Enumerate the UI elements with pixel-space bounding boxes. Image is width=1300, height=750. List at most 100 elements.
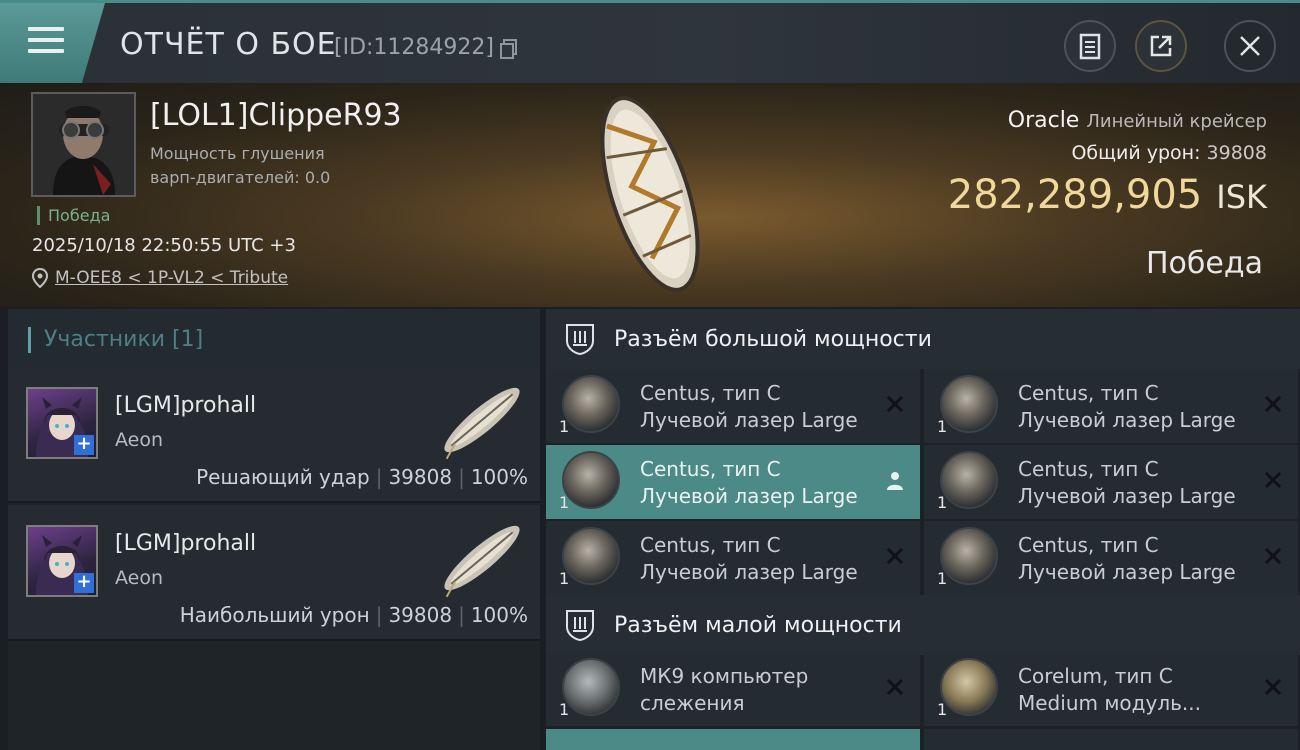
participants-panel: Участники [1] + [LGM]prohall Aeon Решающ… — [8, 309, 540, 750]
participant-name[interactable]: [LGM]prohall — [115, 531, 256, 556]
participant-card[interactable]: + [LGM]prohall Aeon Наибольший урон | 3980… — [8, 505, 540, 641]
victim-name[interactable]: [LOL1]ClippeR93 — [150, 98, 402, 133]
module-quantity: 1 — [937, 493, 948, 512]
corelum-module-icon — [940, 658, 998, 716]
module-name: Centus, тип C — [640, 533, 781, 557]
module-name: Centus, тип C — [1018, 533, 1159, 557]
mid-slot-icon — [566, 610, 594, 641]
isk-unit: ISK — [1216, 178, 1267, 216]
module-name: Centus, тип C — [640, 381, 781, 405]
module-quantity: 1 — [937, 700, 948, 719]
participant-percent: 100% — [470, 603, 528, 627]
destroyed-x-icon — [1264, 547, 1282, 565]
module-type: Лучевой лазер Large — [640, 408, 858, 432]
destroyed-x-icon — [886, 678, 904, 696]
laser-module-icon — [940, 527, 998, 585]
module-slot-partial[interactable] — [924, 729, 1298, 750]
location-link[interactable]: M-OEE8 < 1P-VL2 < Tribute — [55, 268, 288, 288]
victim-ship-line: Oracle Линейный крейсер — [1008, 108, 1267, 133]
participant-avatar[interactable]: + — [26, 387, 98, 459]
menu-button[interactable] — [0, 3, 105, 83]
module-name: Corelum, тип C — [1018, 664, 1173, 688]
module-slot[interactable]: 1 Centus, тип C Лучевой лазер Large — [546, 521, 920, 595]
high-slot-header: Разъём большой мощности — [546, 309, 1300, 369]
participant-name[interactable]: [LGM]prohall — [115, 393, 256, 418]
laser-module-icon — [562, 451, 620, 509]
laser-module-icon — [562, 375, 620, 433]
module-slot[interactable]: 1 Centus, тип C Лучевой лазер Large — [924, 369, 1298, 443]
plus-icon: + — [74, 435, 94, 455]
participant-damage: 39808 — [388, 603, 453, 627]
module-quantity: 1 — [559, 493, 570, 512]
module-type: Лучевой лазер Large — [1018, 560, 1236, 584]
battle-id: [ID:11284922] — [334, 35, 494, 60]
participant-role: Наибольший урон — [179, 603, 370, 627]
top-bar: ОТЧЁТ О БОЕ [ID:11284922] — [0, 0, 1300, 83]
module-type: Лучевой лазер Large — [640, 484, 858, 508]
close-icon — [1240, 36, 1260, 56]
destroyed-x-icon — [886, 547, 904, 565]
warp-jam-label: Мощность глушения — [150, 144, 325, 163]
participant-stats: Наибольший урон | 39808 | 100% — [179, 603, 528, 627]
victim-ship-image[interactable] — [590, 86, 710, 301]
location-pin-icon — [32, 268, 48, 288]
menu-icon — [28, 27, 64, 60]
module-type: Лучевой лазер Large — [1018, 484, 1236, 508]
participant-avatar[interactable]: + — [26, 525, 98, 597]
laser-module-icon — [940, 451, 998, 509]
plus-icon: + — [74, 573, 94, 593]
laser-module-icon — [562, 527, 620, 585]
fitting-panel: Разъём большой мощности 1 Centus, тип C … — [546, 309, 1300, 750]
module-slot[interactable]: 1 Centus, тип C Лучевой лазер Large — [924, 521, 1298, 595]
module-slot[interactable]: 1 Centus, тип C Лучевой лазер Large — [546, 369, 920, 443]
module-quantity: 1 — [937, 417, 948, 436]
participant-ship-image — [444, 387, 520, 460]
ship-name[interactable]: Oracle — [1008, 108, 1080, 133]
warp-jam-value: варп-двигателей: 0.0 — [150, 168, 331, 187]
participant-ship-image — [444, 525, 520, 598]
destroyed-x-icon — [1264, 395, 1282, 413]
module-quantity: 1 — [559, 569, 570, 588]
mid-slot-header: Разъём малой мощности — [546, 595, 1300, 655]
laser-module-icon — [940, 375, 998, 433]
total-damage-value: 39808 — [1206, 142, 1267, 164]
module-slot[interactable]: 1 Centus, тип C Лучевой лазер Large — [924, 445, 1298, 519]
ship-class: Линейный крейсер — [1086, 111, 1267, 132]
tracking-computer-icon — [562, 658, 620, 716]
share-button[interactable] — [1135, 20, 1187, 72]
clipboard-icon — [1079, 33, 1101, 60]
participant-percent: 100% — [470, 465, 528, 489]
dropped-person-icon — [887, 472, 903, 490]
participant-stats: Решающий удар | 39808 | 100% — [196, 465, 528, 489]
participant-ship: Aeon — [115, 567, 164, 589]
module-slot[interactable]: 1 МК9 компьютер слежения — [546, 652, 920, 726]
module-name: Centus, тип C — [1018, 381, 1159, 405]
share-icon — [1150, 35, 1172, 57]
module-type: Medium модуль... — [1018, 691, 1201, 715]
page-title: ОТЧЁТ О БОЕ — [120, 27, 337, 62]
participants-header[interactable]: Участники [1] — [8, 309, 540, 369]
isk-value: 282,289,905 ISK — [948, 172, 1267, 218]
module-name: Centus, тип C — [1018, 457, 1159, 481]
module-name: Centus, тип C — [640, 457, 781, 481]
module-type: слежения — [640, 691, 745, 715]
module-quantity: 1 — [559, 417, 570, 436]
module-type: Лучевой лазер Large — [1018, 408, 1236, 432]
destroyed-x-icon — [1264, 678, 1282, 696]
module-type: Лучевой лазер Large — [640, 560, 858, 584]
mid-slot-title: Разъём малой мощности — [614, 613, 902, 638]
total-damage-label: Общий урон: — [1071, 142, 1201, 164]
module-slot-partial[interactable] — [546, 729, 920, 750]
module-name: МК9 компьютер — [640, 664, 809, 688]
participant-card[interactable]: + [LGM]prohall Aeon Решающий удар | 39808 |… — [8, 367, 540, 503]
victim-avatar[interactable] — [31, 92, 136, 197]
status-badge: Победа — [37, 206, 110, 225]
high-slot-title: Разъём большой мощности — [614, 327, 932, 352]
copy-icon[interactable] — [500, 39, 518, 59]
module-slot-selected[interactable]: 1 Centus, тип C Лучевой лазер Large — [546, 445, 920, 519]
module-quantity: 1 — [559, 700, 570, 719]
module-slot[interactable]: 1 Corelum, тип C Medium модуль... — [924, 652, 1298, 726]
close-button[interactable] — [1224, 20, 1276, 72]
clipboard-button[interactable] — [1064, 20, 1116, 72]
battle-datetime: 2025/10/18 22:50:55 UTC +3 — [32, 235, 296, 256]
